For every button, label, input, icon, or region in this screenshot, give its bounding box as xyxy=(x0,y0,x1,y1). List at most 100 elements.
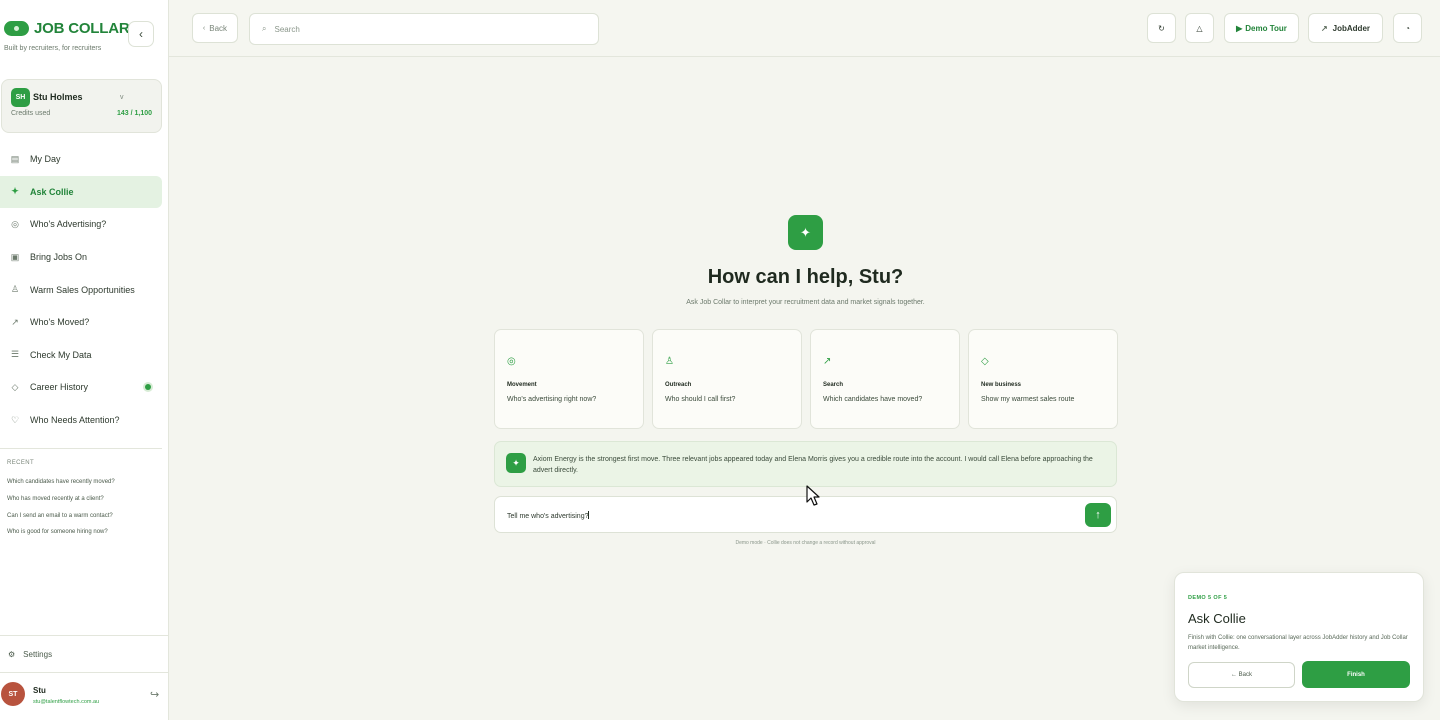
jobadder-button[interactable]: ↗ JobAdder xyxy=(1308,13,1383,43)
target-icon: ◎ xyxy=(507,356,516,367)
account-avatar: SH xyxy=(11,88,30,107)
chat-input-text: Tell me who's advertising? xyxy=(507,513,589,520)
tour-step-indicator: DEMO 5 OF 5 xyxy=(1188,595,1228,601)
tour-finish-button[interactable]: Finish xyxy=(1302,661,1410,688)
credits-value: 143 / 1,100 xyxy=(116,110,152,117)
collapse-sidebar-button[interactable]: ‹ xyxy=(128,21,154,47)
brand-name: JOB COLLAR xyxy=(34,20,130,37)
nav-item-whos-advertising[interactable]: ◎ Who's Advertising? xyxy=(0,208,162,241)
suggestion-card-movement[interactable]: ◎ Movement Who's advertising right now? xyxy=(494,329,644,429)
suggestion-card-new-business[interactable]: ◇ New business Show my warmest sales rou… xyxy=(968,329,1118,429)
demo-tour-card: DEMO 5 OF 5 Ask Collie Finish with Colli… xyxy=(1174,572,1424,702)
sparkle-icon: ✦ xyxy=(11,186,19,197)
jobadder-label: JobAdder xyxy=(1332,23,1371,33)
sparkle-icon: ✦ xyxy=(788,215,823,250)
arrow-up-right-icon: ↗ xyxy=(11,316,19,327)
recent-list: Which candidates have recently moved? Wh… xyxy=(7,479,115,546)
demo-tour-button[interactable]: ▶ Demo Tour xyxy=(1224,13,1299,43)
briefcase-icon: ▣ xyxy=(10,251,20,262)
sidebar: JOB COLLAR Built by recruiters, for recr… xyxy=(0,0,169,720)
user-name: Stu xyxy=(33,686,46,695)
nav-item-who-needs-attention[interactable]: ♡ Who Needs Attention? xyxy=(0,404,162,437)
target-icon: ◎ xyxy=(11,218,19,229)
arrow-up-icon: ↑ xyxy=(1095,509,1101,521)
back-label: Back xyxy=(209,23,228,33)
logo-icon xyxy=(4,21,29,36)
tour-back-button[interactable]: ← Back xyxy=(1188,662,1295,688)
send-button[interactable]: ↑ xyxy=(1085,503,1111,527)
recent-item[interactable]: Which candidates have recently moved? xyxy=(7,479,115,496)
divider xyxy=(0,448,162,449)
card-title: Search xyxy=(823,382,844,388)
nav-item-bring-jobs-on[interactable]: ▣ Bring Jobs On xyxy=(0,241,162,274)
page-subtitle: Ask Job Collar to interpret your recruit… xyxy=(686,299,925,306)
list-icon: ☰ xyxy=(10,349,20,360)
suggestion-card-search[interactable]: ↗ Search Which candidates have moved? xyxy=(810,329,960,429)
notifications-button[interactable]: △ xyxy=(1185,13,1214,43)
diamond-icon: ◇ xyxy=(981,356,989,367)
theme-toggle-button[interactable]: ◔ xyxy=(1393,13,1422,43)
nav-label: My Day xyxy=(30,154,61,165)
calendar-icon: ▤ xyxy=(10,153,20,164)
nav-item-career-history[interactable]: ◇ Career History xyxy=(0,371,162,404)
card-title: Outreach xyxy=(665,382,692,388)
nav-label: Ask Collie xyxy=(30,186,74,197)
theme-icon: ◔ xyxy=(1405,23,1410,33)
main-nav: ▤ My Day ✦ Ask Collie ◎ Who's Advertisin… xyxy=(0,143,162,436)
demo-disclaimer: Demo mode · Collie does not change a rec… xyxy=(735,540,876,546)
settings-link[interactable]: ⚙ Settings xyxy=(8,650,52,659)
user-avatar[interactable]: ST xyxy=(1,682,25,706)
nav-label: Warm Sales Opportunities xyxy=(30,284,135,295)
card-prompt: Show my warmest sales route xyxy=(981,396,1075,403)
text-caret xyxy=(588,511,590,519)
search-placeholder: Search xyxy=(274,24,300,34)
refresh-icon: ↻ xyxy=(1158,23,1165,33)
page-title: How can I help, Stu? xyxy=(707,266,904,288)
credits-label: Credits used xyxy=(11,110,51,117)
recent-item[interactable]: Can I send an email to a warm contact? xyxy=(7,513,115,530)
nav-item-whos-moved[interactable]: ↗ Who's Moved? xyxy=(0,306,162,339)
tour-description: Finish with Collie: one conversational l… xyxy=(1188,635,1408,651)
sparkle-icon: ✦ xyxy=(506,453,526,473)
suggestion-card-outreach[interactable]: ♙ Outreach Who should I call first? xyxy=(652,329,802,429)
external-link-icon: ↗ xyxy=(1320,23,1328,33)
search-input[interactable]: ⌕ Search xyxy=(249,13,599,45)
back-button[interactable]: ‹ Back xyxy=(192,13,238,43)
nav-label: Bring Jobs On xyxy=(30,252,88,263)
diamond-icon: ◇ xyxy=(11,381,19,392)
brand-tagline: Built by recruiters, for recruiters xyxy=(4,45,102,52)
notification-dot xyxy=(145,384,151,391)
nav-label: Career History xyxy=(30,382,89,393)
gear-icon: ⚙ xyxy=(8,650,16,659)
account-name: Stu Holmes xyxy=(33,92,83,102)
nav-item-check-my-data[interactable]: ☰ Check My Data xyxy=(0,339,162,372)
card-prompt: Who should I call first? xyxy=(665,396,736,403)
logout-icon[interactable]: ↪ xyxy=(150,688,159,701)
chevron-down-icon: v xyxy=(120,94,124,101)
settings-label: Settings xyxy=(23,650,53,659)
nav-label: Who's Moved? xyxy=(30,317,90,328)
card-prompt: Which candidates have moved? xyxy=(823,396,923,403)
nav-item-my-day[interactable]: ▤ My Day xyxy=(0,143,162,176)
chat-input-value: Tell me who's advertising? xyxy=(507,511,590,520)
recent-item[interactable]: Who has moved recently at a client? xyxy=(7,496,115,513)
chevron-left-icon: ‹ xyxy=(139,27,143,41)
nav-item-ask-collie[interactable]: ✦ Ask Collie xyxy=(0,175,162,209)
arrow-up-right-icon: ↗ xyxy=(823,356,832,367)
mouse-cursor-icon xyxy=(806,485,820,506)
top-bar: ‹ Back ⌕ Search ↻ △ ▶ Demo Tour ↗ JobAdd… xyxy=(169,0,1440,57)
nav-item-warm-sales[interactable]: ♙ Warm Sales Opportunities xyxy=(0,273,162,306)
person-icon: ♙ xyxy=(10,284,20,295)
account-switcher[interactable]: SH Stu Holmes v Credits used 143 / 1,100 xyxy=(1,79,162,133)
refresh-button[interactable]: ↻ xyxy=(1147,13,1176,43)
search-icon: ⌕ xyxy=(262,24,267,33)
recent-item[interactable]: Who is good for someone hiring now? xyxy=(7,529,115,546)
response-text: Axiom Energy is the strongest first move… xyxy=(533,456,1093,474)
brand-logo[interactable]: JOB COLLAR xyxy=(4,20,130,37)
tour-title: Ask Collie xyxy=(1188,611,1246,626)
heart-icon: ♡ xyxy=(10,414,20,425)
card-prompt: Who's advertising right now? xyxy=(507,396,597,403)
suggestion-cards: ◎ Movement Who's advertising right now? … xyxy=(494,329,1118,429)
person-icon: ♙ xyxy=(665,356,674,367)
chevron-left-icon: ‹ xyxy=(202,24,206,32)
